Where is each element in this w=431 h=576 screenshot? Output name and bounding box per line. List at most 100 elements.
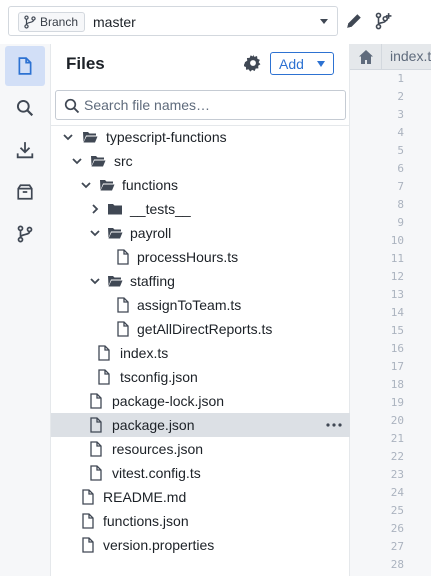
- line-number: 1: [397, 72, 404, 85]
- tree-item-label: package.json: [112, 417, 195, 433]
- line-number: 11: [390, 252, 404, 265]
- editor-tab-index[interactable]: index.ts: [390, 48, 431, 64]
- line-number: 28: [390, 558, 404, 571]
- line-number: 7: [397, 180, 404, 193]
- tree-file-row[interactable]: package-lock.json: [51, 389, 350, 413]
- tree-file-row[interactable]: package.json: [51, 413, 350, 437]
- search-icon: [64, 98, 80, 114]
- rail-download-button[interactable]: [5, 130, 45, 170]
- line-number: 21: [390, 432, 404, 445]
- tree-file-row[interactable]: tsconfig.json: [51, 365, 350, 389]
- tree-item-label: processHours.ts: [137, 249, 239, 265]
- line-number: 18: [390, 378, 404, 391]
- line-number: 9: [397, 216, 404, 229]
- file-icon: [117, 249, 129, 265]
- file-icon: [82, 537, 94, 553]
- rail-files-button[interactable]: [5, 46, 45, 86]
- line-number: 15: [390, 324, 404, 337]
- tree-file-row[interactable]: README.md: [51, 485, 350, 509]
- line-number: 4: [397, 126, 404, 139]
- branch-toolbar: Branch master: [0, 0, 431, 44]
- tree-file-row[interactable]: vitest.config.ts: [51, 461, 350, 485]
- tree-folder-row[interactable]: payroll: [51, 221, 350, 245]
- file-icon: [82, 489, 94, 505]
- line-number: 13: [390, 288, 404, 301]
- tree-file-row[interactable]: functions.json: [51, 509, 350, 533]
- line-number: 20: [390, 414, 404, 427]
- line-number: 25: [390, 504, 404, 517]
- line-number: 19: [390, 396, 404, 409]
- tree-file-row[interactable]: getAllDirectReports.ts: [51, 317, 350, 341]
- folder-open-icon: [83, 132, 98, 143]
- branch-tag: Branch: [18, 12, 86, 32]
- branch-name: master: [93, 14, 136, 30]
- tree-item-label: src: [114, 153, 133, 169]
- editor-tab-bar: index.ts: [350, 44, 431, 70]
- more-icon[interactable]: [325, 417, 343, 433]
- activity-rail: [0, 44, 51, 576]
- tree-file-row[interactable]: assignToTeam.ts: [51, 293, 350, 317]
- line-number: 17: [390, 360, 404, 373]
- add-button-label: Add: [279, 55, 304, 72]
- line-number: 8: [397, 198, 404, 211]
- branch-select[interactable]: Branch master: [8, 6, 338, 36]
- folder-open-icon: [100, 180, 115, 191]
- tree-item-label: typescript-functions: [106, 129, 227, 145]
- line-number-gutter: 1 2 3 4 5 6 7 8 9 10 11 12 13 14 15 16 17 18 19 20 21 22 23 24 2…: [350, 70, 431, 576]
- file-icon: [90, 465, 102, 481]
- gear-icon[interactable]: [244, 54, 262, 72]
- add-button[interactable]: Add: [270, 52, 334, 75]
- tree-folder-row[interactable]: functions: [51, 173, 350, 197]
- tree-file-row[interactable]: resources.json: [51, 437, 350, 461]
- chevron-down-icon: [90, 230, 100, 237]
- rail-archive-button[interactable]: [5, 172, 45, 212]
- tree-item-label: README.md: [103, 489, 187, 505]
- file-search-input[interactable]: [84, 95, 339, 115]
- search-icon: [16, 99, 34, 117]
- file-search: [55, 90, 346, 120]
- chevron-down-icon: [72, 158, 82, 165]
- line-number: 3: [397, 108, 404, 121]
- line-number: 12: [390, 270, 404, 283]
- home-tab[interactable]: [350, 44, 382, 70]
- tree-folder-row[interactable]: staffing: [51, 269, 350, 293]
- line-number: 24: [390, 486, 404, 499]
- rail-branches-button[interactable]: [5, 214, 45, 254]
- tree-item-label: resources.json: [112, 441, 204, 457]
- folder-open-icon: [91, 156, 106, 167]
- chevron-down-icon: [81, 182, 91, 189]
- tree-item-label: index.ts: [120, 345, 169, 361]
- file-icon: [82, 513, 94, 529]
- caret-down-icon: [317, 61, 325, 67]
- tree-item-label: payroll: [130, 225, 172, 241]
- tree-item-label: version.properties: [103, 537, 215, 553]
- tree-folder-row[interactable]: src: [51, 149, 350, 173]
- tree-item-label: vitest.config.ts: [112, 465, 201, 481]
- download-icon: [16, 142, 34, 159]
- git-new-branch-icon[interactable]: [374, 12, 392, 30]
- archive-icon: [17, 184, 33, 200]
- tree-item-label: staffing: [130, 273, 175, 289]
- tree-item-label: functions: [122, 177, 179, 193]
- file-icon: [98, 369, 110, 385]
- edit-icon[interactable]: [345, 12, 363, 30]
- file-icon: [117, 297, 129, 313]
- tree-folder-row[interactable]: typescript-functions: [51, 125, 350, 149]
- tree-folder-row[interactable]: __tests__: [51, 197, 350, 221]
- tree-file-row[interactable]: index.ts: [51, 341, 350, 365]
- files-title: Files: [66, 54, 105, 73]
- line-number: 14: [390, 306, 404, 319]
- tree-item-label: __tests__: [130, 201, 191, 217]
- tree-item-label: getAllDirectReports.ts: [137, 321, 273, 337]
- line-number: 22: [390, 450, 404, 463]
- rail-search-button[interactable]: [5, 88, 45, 128]
- chevron-down-icon: [90, 278, 100, 285]
- tree-file-row[interactable]: processHours.ts: [51, 245, 350, 269]
- file-icon: [90, 417, 102, 433]
- file-icon: [98, 345, 110, 361]
- tree-item-label: package-lock.json: [112, 393, 225, 409]
- tree-file-row[interactable]: version.properties: [51, 533, 350, 557]
- chevron-down-icon: [63, 134, 73, 141]
- line-number: 5: [397, 144, 404, 157]
- tree-item-label: tsconfig.json: [120, 369, 198, 385]
